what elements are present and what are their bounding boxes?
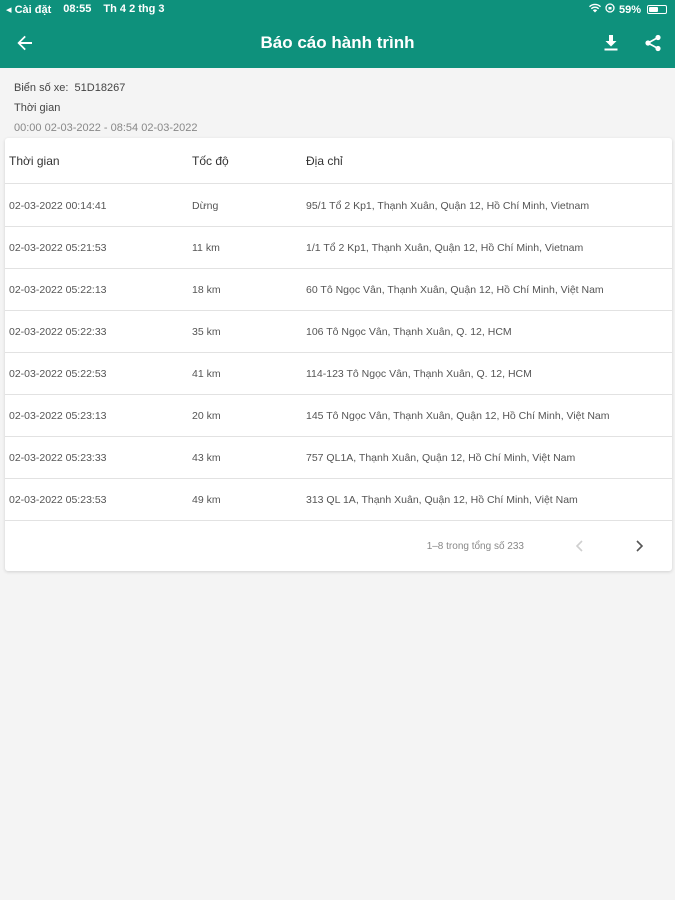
cell-time: 02-03-2022 05:22:13 [9, 284, 107, 296]
cell-speed: 20 km [192, 410, 221, 422]
table-row[interactable]: 02-03-2022 05:23:13 20 km 145 Tô Ngọc Vâ… [5, 395, 672, 437]
plate-value: 51D18267 [74, 82, 126, 94]
download-button[interactable] [598, 30, 624, 56]
app-bar: Báo cáo hành trình [0, 18, 675, 68]
pagination: 1–8 trong tổng số 233 [5, 522, 672, 571]
cell-address: 60 Tô Ngọc Vân, Thạnh Xuân, Quận 12, Hồ … [306, 284, 604, 296]
cell-speed: 11 km [192, 242, 220, 254]
cell-address: 106 Tô Ngọc Vân, Thạnh Xuân, Q. 12, HCM [306, 326, 512, 338]
time-range: 00:00 02-03-2022 - 08:54 02-03-2022 [14, 122, 198, 134]
cell-speed: 49 km [192, 494, 221, 506]
cell-address: 145 Tô Ngọc Vân, Thạnh Xuân, Quận 12, Hồ… [306, 410, 610, 422]
cell-address: 313 QL 1A, Thạnh Xuân, Quận 12, Hồ Chí M… [306, 494, 578, 506]
cell-address: 757 QL1A, Thạnh Xuân, Quận 12, Hồ Chí Mi… [306, 452, 576, 464]
cell-speed: 18 km [192, 284, 221, 296]
table-row[interactable]: 02-03-2022 05:23:33 43 km 757 QL1A, Thạn… [5, 437, 672, 479]
rotation-lock-icon [605, 3, 615, 16]
prev-page-button[interactable] [570, 536, 590, 556]
cell-address: 114-123 Tô Ngọc Vân, Thạnh Xuân, Q. 12, … [306, 368, 532, 380]
download-icon [604, 35, 618, 51]
cell-address: 1/1 Tổ 2 Kp1, Thạnh Xuân, Quận 12, Hồ Ch… [306, 242, 584, 254]
status-back-app[interactable]: ◂ Cài đặt [6, 3, 51, 16]
pagination-range: 1–8 trong tổng số 233 [426, 541, 524, 552]
chevron-left-icon [575, 540, 583, 552]
cell-time: 02-03-2022 00:14:41 [9, 200, 107, 212]
report-info: Biển số xe: 51D18267 Thời gian 00:00 02-… [14, 80, 197, 140]
cell-speed: 35 km [192, 326, 221, 338]
cell-time: 02-03-2022 05:22:53 [9, 368, 107, 380]
header-speed[interactable]: Tốc độ [192, 154, 229, 168]
share-icon [645, 34, 661, 52]
cell-time: 02-03-2022 05:22:33 [9, 326, 107, 338]
chevron-right-icon [636, 540, 644, 552]
cell-speed: 43 km [192, 452, 221, 464]
table-row[interactable]: 02-03-2022 05:21:53 11 km 1/1 Tổ 2 Kp1, … [5, 227, 672, 269]
next-page-button[interactable] [629, 536, 649, 556]
cell-time: 02-03-2022 05:23:13 [9, 410, 107, 422]
cell-speed: Dừng [192, 200, 219, 212]
wifi-icon [588, 3, 601, 16]
time-label: Thời gian [14, 102, 61, 114]
table-row[interactable]: 02-03-2022 05:23:53 49 km 313 QL 1A, Thạ… [5, 479, 672, 521]
report-table-card: Thời gian Tốc độ Địa chỉ 02-03-2022 00:1… [5, 138, 672, 571]
table-row[interactable]: 02-03-2022 00:14:41 Dừng 95/1 Tổ 2 Kp1, … [5, 185, 672, 227]
battery-percent: 59% [618, 3, 641, 16]
table-row[interactable]: 02-03-2022 05:22:13 18 km 60 Tô Ngọc Vân… [5, 269, 672, 311]
table-row[interactable]: 02-03-2022 05:22:53 41 km 114-123 Tô Ngọ… [5, 353, 672, 395]
cell-time: 02-03-2022 05:21:53 [9, 242, 107, 254]
status-bar: ◂ Cài đặt 08:55 Th 4 2 thg 3 59% [0, 0, 675, 18]
status-time: 08:55 [63, 3, 92, 15]
cell-speed: 41 km [192, 368, 221, 380]
plate-label: Biển số xe: [14, 82, 69, 94]
cell-address: 95/1 Tổ 2 Kp1, Thạnh Xuân, Quận 12, Hồ C… [306, 200, 590, 212]
table-header: Thời gian Tốc độ Địa chỉ [5, 138, 672, 184]
cell-time: 02-03-2022 05:23:33 [9, 452, 107, 464]
table-row[interactable]: 02-03-2022 05:22:33 35 km 106 Tô Ngọc Vâ… [5, 311, 672, 353]
cell-time: 02-03-2022 05:23:53 [9, 494, 107, 506]
battery-icon [647, 5, 667, 14]
status-date: Th 4 2 thg 3 [103, 3, 165, 15]
header-time[interactable]: Thời gian [9, 154, 60, 168]
share-button[interactable] [640, 30, 666, 56]
header-address[interactable]: Địa chỉ [306, 154, 343, 168]
page-title: Báo cáo hành trình [260, 33, 415, 52]
